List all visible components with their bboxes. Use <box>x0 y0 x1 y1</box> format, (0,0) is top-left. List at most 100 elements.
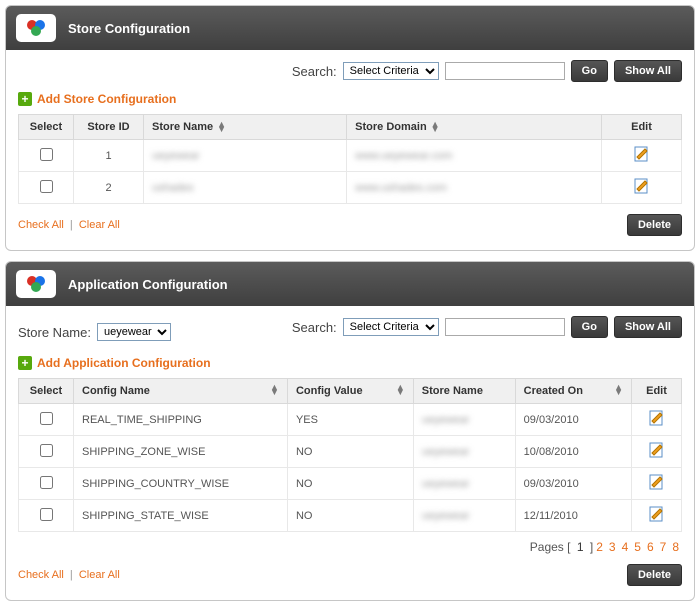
go-button[interactable]: Go <box>571 60 608 82</box>
row-checkbox[interactable] <box>40 476 53 489</box>
search-input[interactable] <box>445 62 565 80</box>
cell-store-id: 2 <box>74 172 144 204</box>
cell-config-name: SHIPPING_STATE_WISE <box>74 500 288 532</box>
cell-store-name: ueyewear <box>413 468 515 500</box>
row-checkbox[interactable] <box>40 148 53 161</box>
cell-config-value: NO <box>287 436 413 468</box>
sort-icon: ▲▼ <box>217 122 226 132</box>
page-link[interactable]: 2 <box>596 540 603 554</box>
table-row: REAL_TIME_SHIPPINGYESueyewear09/03/2010 <box>19 404 682 436</box>
cell-edit <box>602 140 682 172</box>
add-app-config-link[interactable]: + Add Application Configuration <box>18 356 682 370</box>
col-select: Select <box>19 379 74 404</box>
page-link[interactable]: 7 <box>660 540 667 554</box>
col-select: Select <box>19 115 74 140</box>
panel-title: Application Configuration <box>68 277 228 292</box>
edit-icon[interactable] <box>634 178 650 194</box>
col-config-name[interactable]: Config Name▲▼ <box>74 379 288 404</box>
app-table: Select Config Name▲▼ Config Value▲▼ Stor… <box>18 378 682 532</box>
cell-edit <box>632 500 682 532</box>
page-link[interactable]: 5 <box>634 540 641 554</box>
app-config-panel: Application Configuration Store Name: ue… <box>5 261 695 601</box>
table-row: 1ueyewearwww.ueyewear.com <box>19 140 682 172</box>
cell-config-value: YES <box>287 404 413 436</box>
cell-config-value: NO <box>287 500 413 532</box>
edit-icon[interactable] <box>649 506 665 522</box>
delete-button[interactable]: Delete <box>627 564 682 586</box>
cell-edit <box>632 404 682 436</box>
cell-created-on: 09/03/2010 <box>515 404 631 436</box>
actions-row: Check All | Clear All Delete <box>18 564 682 586</box>
page-link[interactable]: 4 <box>622 540 629 554</box>
filter-row: Store Name: ueyewear Search: Select Crit… <box>18 316 682 348</box>
edit-icon[interactable] <box>634 146 650 162</box>
col-edit: Edit <box>632 379 682 404</box>
cell-store-name: ushades <box>144 172 347 204</box>
col-edit: Edit <box>602 115 682 140</box>
show-all-button[interactable]: Show All <box>614 316 682 338</box>
sort-icon: ▲▼ <box>396 385 405 395</box>
col-config-value[interactable]: Config Value▲▼ <box>287 379 413 404</box>
cell-store-domain: www.ueyewear.com <box>347 140 602 172</box>
row-checkbox[interactable] <box>40 412 53 425</box>
plus-icon: + <box>18 356 32 370</box>
page-current: 1 <box>577 540 584 554</box>
cell-created-on: 10/08/2010 <box>515 436 631 468</box>
cell-config-name: REAL_TIME_SHIPPING <box>74 404 288 436</box>
actions-row: Check All | Clear All Delete <box>18 214 682 236</box>
clear-all-link[interactable]: Clear All <box>79 569 120 581</box>
store-name-select[interactable]: ueyewear <box>97 323 171 341</box>
logo-icon <box>16 270 56 298</box>
cell-created-on: 12/11/2010 <box>515 500 631 532</box>
store-name-label: Store Name: <box>18 325 91 340</box>
search-row: Search: Select Criteria Go Show All <box>18 60 682 82</box>
col-store-domain[interactable]: Store Domain▲▼ <box>347 115 602 140</box>
edit-icon[interactable] <box>649 410 665 426</box>
clear-all-link[interactable]: Clear All <box>79 219 120 231</box>
check-all-link[interactable]: Check All <box>18 219 64 231</box>
show-all-button[interactable]: Show All <box>614 60 682 82</box>
pagination: Pages [ 1 ]2345678 <box>18 540 682 554</box>
add-store-config-link[interactable]: + Add Store Configuration <box>18 92 682 106</box>
table-row: SHIPPING_COUNTRY_WISENOueyewear09/03/201… <box>19 468 682 500</box>
search-criteria-select[interactable]: Select Criteria <box>343 318 439 336</box>
cell-edit <box>632 468 682 500</box>
search-criteria-select[interactable]: Select Criteria <box>343 62 439 80</box>
search-label: Search: <box>292 64 337 79</box>
cell-edit <box>602 172 682 204</box>
edit-icon[interactable] <box>649 474 665 490</box>
cell-store-name: ueyewear <box>144 140 347 172</box>
page-link[interactable]: 6 <box>647 540 654 554</box>
search-input[interactable] <box>445 318 565 336</box>
search-label: Search: <box>292 320 337 335</box>
row-checkbox[interactable] <box>40 444 53 457</box>
store-config-panel: Store Configuration Search: Select Crite… <box>5 5 695 251</box>
cell-store-domain: www.ushades.com <box>347 172 602 204</box>
row-checkbox[interactable] <box>40 508 53 521</box>
go-button[interactable]: Go <box>571 316 608 338</box>
col-created-on[interactable]: Created On▲▼ <box>515 379 631 404</box>
cell-store-id: 1 <box>74 140 144 172</box>
check-all-link[interactable]: Check All <box>18 569 64 581</box>
store-table: Select Store ID Store Name▲▼ Store Domai… <box>18 114 682 204</box>
cell-created-on: 09/03/2010 <box>515 468 631 500</box>
sort-icon: ▲▼ <box>431 122 440 132</box>
row-checkbox[interactable] <box>40 180 53 193</box>
col-store-id[interactable]: Store ID <box>74 115 144 140</box>
cell-store-name: ueyewear <box>413 500 515 532</box>
sort-icon: ▲▼ <box>614 385 623 395</box>
cell-config-value: NO <box>287 468 413 500</box>
add-label: Add Application Configuration <box>37 356 211 370</box>
table-row: SHIPPING_STATE_WISENOueyewear12/11/2010 <box>19 500 682 532</box>
table-row: 2ushadeswww.ushades.com <box>19 172 682 204</box>
plus-icon: + <box>18 92 32 106</box>
cell-store-name: ueyewear <box>413 436 515 468</box>
page-link[interactable]: 3 <box>609 540 616 554</box>
cell-store-name: ueyewear <box>413 404 515 436</box>
delete-button[interactable]: Delete <box>627 214 682 236</box>
table-row: SHIPPING_ZONE_WISENOueyewear10/08/2010 <box>19 436 682 468</box>
edit-icon[interactable] <box>649 442 665 458</box>
col-store-name[interactable]: Store Name <box>413 379 515 404</box>
page-link[interactable]: 8 <box>672 540 679 554</box>
col-store-name[interactable]: Store Name▲▼ <box>144 115 347 140</box>
